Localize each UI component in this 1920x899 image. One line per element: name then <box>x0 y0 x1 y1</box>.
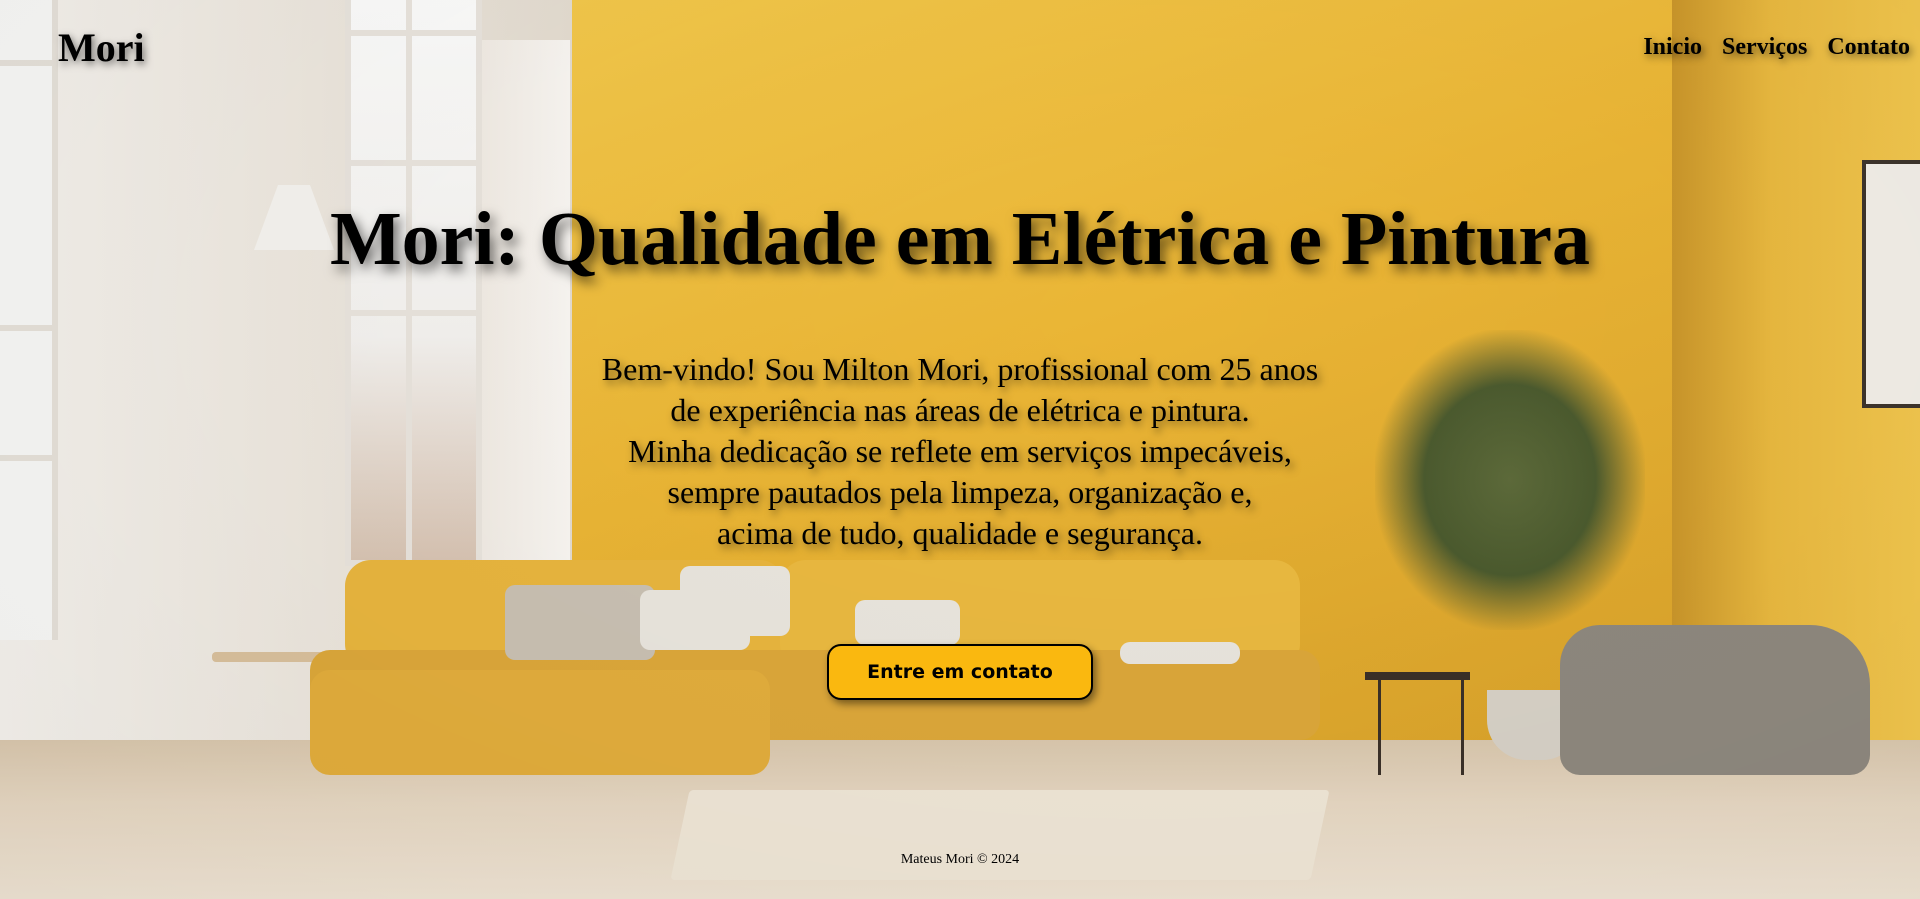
site-logo[interactable]: Mori <box>58 24 145 71</box>
footer-copyright: Mateus Mori © 2024 <box>900 852 1020 867</box>
contact-cta-button[interactable]: Entre em contato <box>827 644 1093 700</box>
nav-link-servicos[interactable]: Serviços <box>1722 34 1807 61</box>
hero-line: Bem-vindo! Sou Milton Mori, profissional… <box>601 351 1319 387</box>
hero-line: sempre pautados pela limpeza, organizaçã… <box>667 474 1253 510</box>
nav-link-contato[interactable]: Contato <box>1827 34 1910 61</box>
hero-line: Minha dedicação se reflete em serviços i… <box>628 433 1292 469</box>
hero-title: Mori: Qualidade em Elétrica e Pintura <box>329 197 1591 281</box>
main-nav: Inicio Serviços Contato <box>1643 34 1910 61</box>
nav-link-inicio[interactable]: Inicio <box>1643 34 1702 61</box>
hero-description: Bem-vindo! Sou Milton Mori, profissional… <box>460 349 1460 554</box>
hero-line: acima de tudo, qualidade e segurança. <box>717 515 1203 551</box>
hero-line: de experiência nas áreas de elétrica e p… <box>670 392 1250 428</box>
